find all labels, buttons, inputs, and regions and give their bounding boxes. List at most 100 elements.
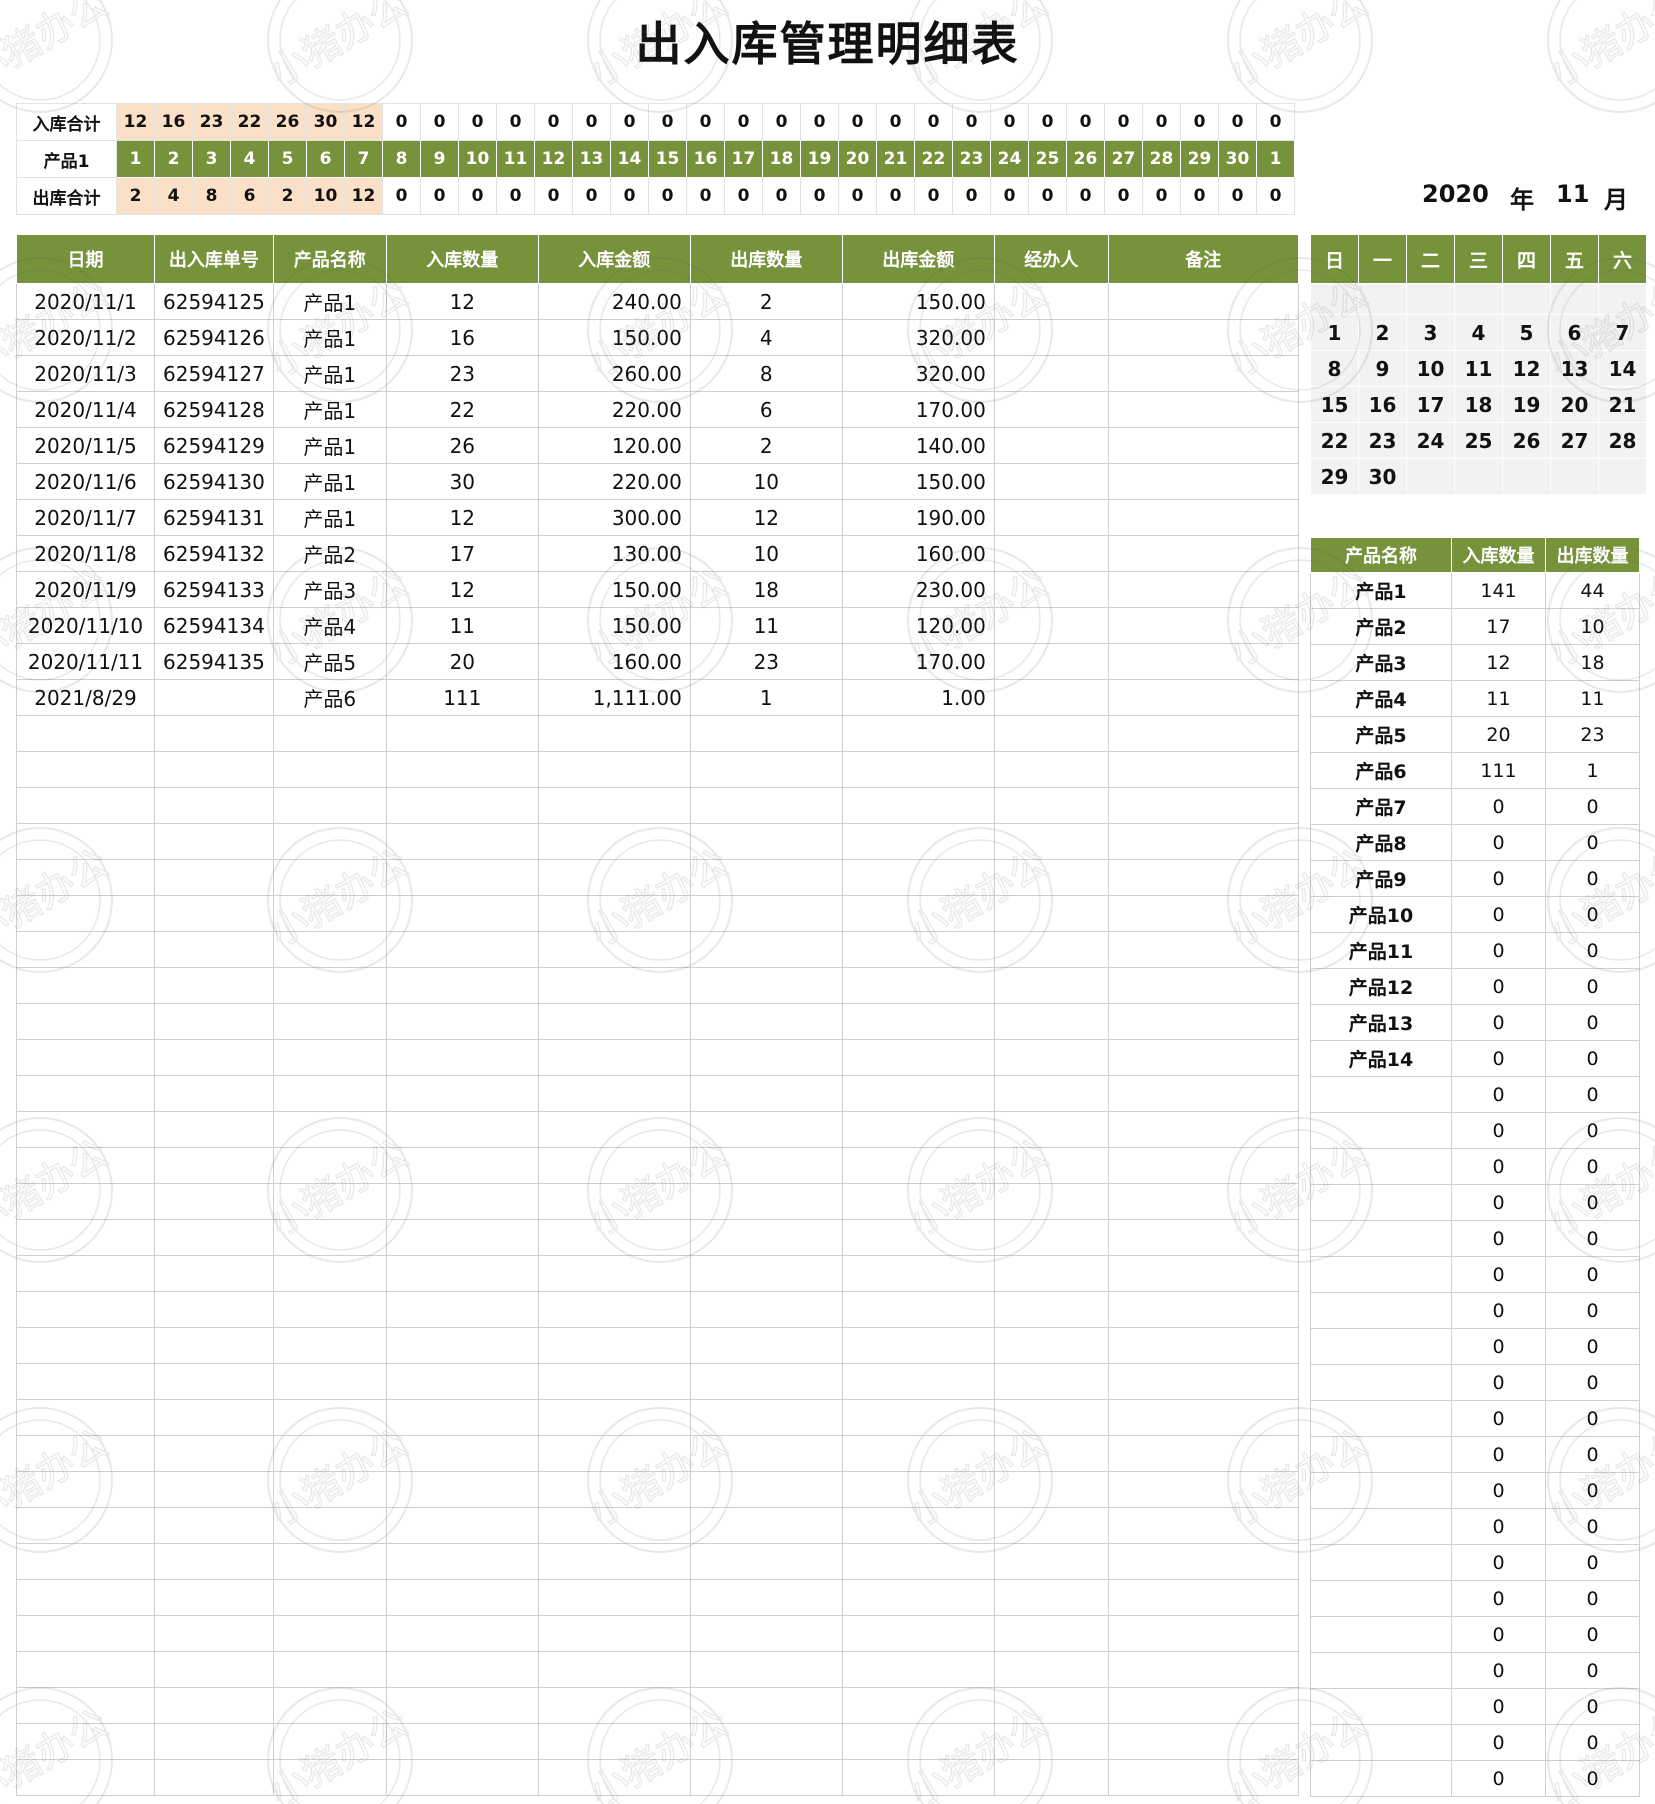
- calendar-day[interactable]: 16: [1358, 386, 1407, 423]
- summary-cell[interactable]: [1310, 1400, 1452, 1437]
- ledger-cell[interactable]: 2020/11/3: [16, 355, 155, 392]
- ledger-cell[interactable]: [16, 1615, 155, 1652]
- ledger-cell[interactable]: [1107, 1363, 1299, 1400]
- summary-cell[interactable]: 0: [1451, 1076, 1546, 1113]
- ledger-cell[interactable]: 150.00: [537, 571, 691, 608]
- calendar-day[interactable]: 6: [1550, 314, 1599, 351]
- ledger-cell[interactable]: [689, 1759, 843, 1796]
- ledger-cell[interactable]: 140.00: [841, 427, 995, 464]
- ledger-cell[interactable]: [993, 1687, 1109, 1724]
- summary-cell[interactable]: [1310, 1364, 1452, 1401]
- ledger-cell[interactable]: [689, 895, 843, 932]
- summary-cell[interactable]: [1310, 1508, 1452, 1545]
- ledger-cell[interactable]: [154, 715, 274, 752]
- summary-cell[interactable]: 产品9: [1310, 860, 1452, 897]
- ledger-cell[interactable]: [689, 1507, 843, 1544]
- ledger-cell[interactable]: [272, 1471, 387, 1508]
- ledger-cell[interactable]: [154, 1759, 274, 1796]
- ledger-cell[interactable]: [16, 787, 155, 824]
- ledger-cell[interactable]: 2020/11/10: [16, 607, 155, 644]
- day-cell[interactable]: 0: [1180, 103, 1219, 141]
- day-cell[interactable]: 2: [268, 177, 307, 215]
- summary-cell[interactable]: 0: [1451, 1112, 1546, 1149]
- ledger-cell[interactable]: [154, 751, 274, 788]
- ledger-cell[interactable]: [1107, 1615, 1299, 1652]
- summary-cell[interactable]: 产品13: [1310, 1004, 1452, 1041]
- day-cell[interactable]: 0: [914, 177, 953, 215]
- summary-cell[interactable]: 18: [1545, 644, 1640, 681]
- ledger-cell[interactable]: [993, 679, 1109, 716]
- day-cell[interactable]: 0: [1218, 103, 1257, 141]
- summary-cell[interactable]: 产品10: [1310, 896, 1452, 933]
- ledger-cell[interactable]: 300.00: [537, 499, 691, 536]
- ledger-cell[interactable]: [537, 1615, 691, 1652]
- ledger-cell[interactable]: 产品1: [272, 427, 387, 464]
- day-cell[interactable]: 15: [648, 140, 687, 178]
- ledger-cell[interactable]: [841, 787, 995, 824]
- ledger-cell[interactable]: [993, 1183, 1109, 1220]
- ledger-cell[interactable]: [993, 571, 1109, 608]
- ledger-cell[interactable]: [689, 1399, 843, 1436]
- ledger-cell[interactable]: 12: [385, 499, 539, 536]
- ledger-cell[interactable]: [841, 1219, 995, 1256]
- calendar-day[interactable]: 14: [1598, 350, 1647, 387]
- ledger-cell[interactable]: 2: [689, 427, 843, 464]
- calendar-day[interactable]: [1406, 283, 1455, 315]
- day-cell[interactable]: 0: [496, 103, 535, 141]
- ledger-cell[interactable]: [1107, 1687, 1299, 1724]
- calendar-day[interactable]: 9: [1358, 350, 1407, 387]
- ledger-cell[interactable]: [16, 823, 155, 860]
- summary-cell[interactable]: 0: [1545, 1688, 1640, 1725]
- ledger-cell[interactable]: 10: [689, 463, 843, 500]
- day-cell[interactable]: 22: [914, 140, 953, 178]
- ledger-cell[interactable]: [272, 967, 387, 1004]
- ledger-cell[interactable]: [993, 499, 1109, 536]
- day-cell[interactable]: 26: [1066, 140, 1105, 178]
- ledger-cell[interactable]: [272, 895, 387, 932]
- ledger-cell[interactable]: [385, 1651, 539, 1688]
- ledger-cell[interactable]: 120.00: [537, 427, 691, 464]
- ledger-cell[interactable]: [272, 823, 387, 860]
- ledger-cell[interactable]: 2021/8/29: [16, 679, 155, 716]
- ledger-cell[interactable]: [154, 1363, 274, 1400]
- day-cell[interactable]: 26: [268, 103, 307, 141]
- calendar-day[interactable]: [1406, 458, 1455, 495]
- ledger-cell[interactable]: [385, 1219, 539, 1256]
- ledger-cell[interactable]: [385, 931, 539, 968]
- summary-cell[interactable]: 0: [1451, 1328, 1546, 1365]
- ledger-cell[interactable]: [537, 715, 691, 752]
- summary-cell[interactable]: 产品3: [1310, 644, 1452, 681]
- ledger-cell[interactable]: [1107, 355, 1299, 392]
- summary-cell[interactable]: [1310, 1472, 1452, 1509]
- day-cell[interactable]: 0: [1104, 103, 1143, 141]
- ledger-cell[interactable]: [993, 1759, 1109, 1796]
- ledger-cell[interactable]: 11: [689, 607, 843, 644]
- ledger-cell[interactable]: [154, 1579, 274, 1616]
- ledger-cell[interactable]: 150.00: [841, 283, 995, 320]
- summary-cell[interactable]: 0: [1545, 824, 1640, 861]
- ledger-cell[interactable]: [16, 1111, 155, 1148]
- ledger-cell[interactable]: [385, 1399, 539, 1436]
- ledger-cell[interactable]: [537, 1435, 691, 1472]
- ledger-cell[interactable]: [841, 1255, 995, 1292]
- ledger-cell[interactable]: [1107, 895, 1299, 932]
- ledger-cell[interactable]: [1107, 1255, 1299, 1292]
- day-cell[interactable]: 30: [1218, 140, 1257, 178]
- row-label[interactable]: 入库合计: [16, 103, 117, 141]
- ledger-cell[interactable]: [1107, 967, 1299, 1004]
- ledger-cell[interactable]: 1,111.00: [537, 679, 691, 716]
- ledger-cell[interactable]: 2020/11/4: [16, 391, 155, 428]
- ledger-cell[interactable]: [993, 643, 1109, 680]
- day-cell[interactable]: 0: [990, 103, 1029, 141]
- ledger-cell[interactable]: [154, 967, 274, 1004]
- day-cell[interactable]: 0: [382, 177, 421, 215]
- ledger-cell[interactable]: 产品1: [272, 355, 387, 392]
- day-cell[interactable]: 0: [458, 103, 497, 141]
- ledger-cell[interactable]: [841, 1003, 995, 1040]
- day-cell[interactable]: 0: [1218, 177, 1257, 215]
- ledger-cell[interactable]: [16, 931, 155, 968]
- calendar-day[interactable]: 5: [1502, 314, 1551, 351]
- ledger-cell[interactable]: [154, 1039, 274, 1076]
- summary-cell[interactable]: 0: [1451, 1184, 1546, 1221]
- day-cell[interactable]: 0: [686, 177, 725, 215]
